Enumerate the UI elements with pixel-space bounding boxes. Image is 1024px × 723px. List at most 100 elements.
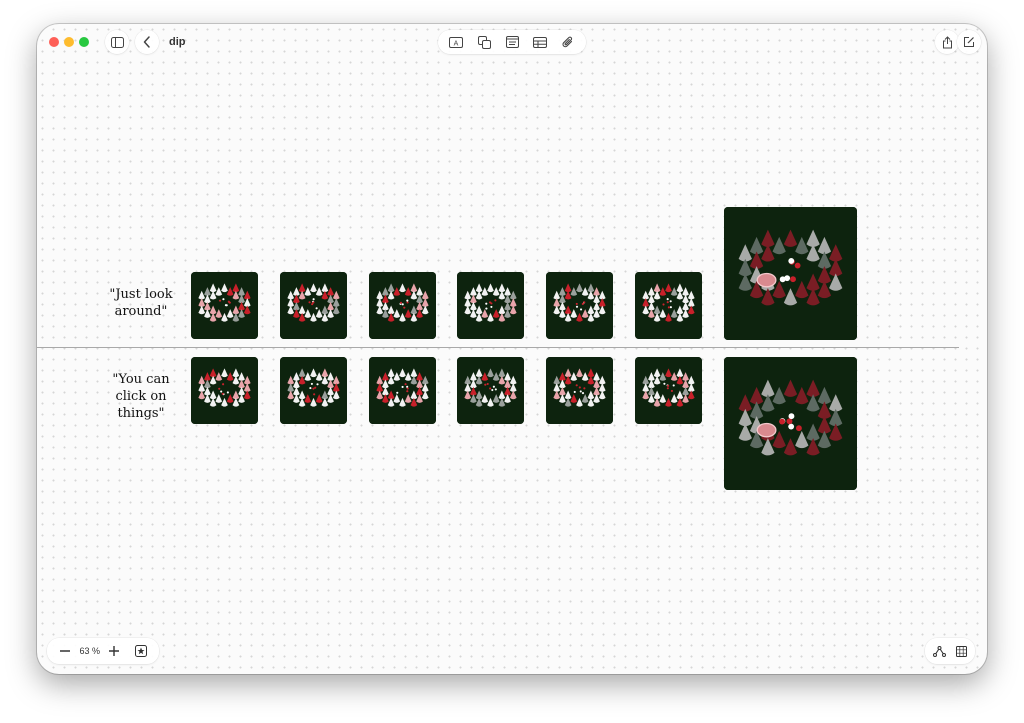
- scene-prop: [583, 387, 586, 390]
- scene-prop: [403, 306, 406, 309]
- label-line: "You can: [112, 372, 170, 387]
- scene-prop: [581, 392, 585, 395]
- scene-thumbnail[interactable]: [635, 357, 702, 424]
- scene-prop: [218, 299, 222, 302]
- scene-prop: [399, 301, 403, 304]
- scene-prop: [316, 383, 319, 386]
- table-icon[interactable]: [528, 30, 552, 54]
- scene-prop: [491, 388, 494, 392]
- zoom-in-button[interactable]: [102, 639, 126, 663]
- scene-prop: [662, 303, 665, 306]
- scene-prop: [221, 392, 224, 395]
- scene-prop: [795, 425, 802, 432]
- scene-prop: [401, 303, 404, 306]
- scene-prop: [490, 302, 493, 305]
- row-label-look-around[interactable]: "Just look around": [101, 286, 181, 320]
- scene-prop: [312, 301, 315, 304]
- scene-thumbnail[interactable]: [546, 357, 613, 424]
- scene-prop: [788, 258, 795, 264]
- minus-icon: [60, 650, 70, 652]
- scene-thumbnail[interactable]: [280, 272, 347, 339]
- connector-icon[interactable]: [928, 639, 950, 663]
- plus-icon: [109, 646, 120, 656]
- favorite-button[interactable]: [129, 639, 153, 663]
- scene-prop: [786, 418, 793, 425]
- scene-prop: [492, 385, 495, 388]
- scene-prop: [486, 382, 489, 386]
- scene-thumbnail[interactable]: [457, 357, 524, 424]
- scene-prop: [494, 388, 497, 391]
- scene-thumbnail[interactable]: [369, 357, 436, 424]
- scene-prop: [788, 413, 795, 420]
- scene-prop: [485, 307, 488, 310]
- star-box-icon: [134, 645, 147, 657]
- scene-thumbnail[interactable]: [280, 357, 347, 424]
- scene-prop: [672, 384, 675, 387]
- sticky-note-icon[interactable]: [500, 30, 524, 54]
- back-button[interactable]: [135, 30, 159, 54]
- row-label-click-things[interactable]: "You can click on things": [101, 371, 181, 422]
- scene-prop: [404, 383, 407, 386]
- scene-prop: [220, 390, 223, 393]
- grid-icon[interactable]: [950, 639, 972, 663]
- scene-prop: [670, 389, 673, 393]
- scene-prop: [222, 383, 225, 386]
- share-button[interactable]: [935, 30, 959, 54]
- minimize-window-button[interactable]: [64, 37, 74, 47]
- scene-thumbnail[interactable]: [546, 272, 613, 339]
- scene-prop: [575, 302, 578, 305]
- scene-prop: [788, 423, 795, 430]
- scene-prop: [669, 300, 672, 303]
- share-icon: [935, 30, 959, 54]
- scene-prop: [790, 276, 796, 283]
- scene-prop: [484, 383, 487, 386]
- label-line: click on: [115, 389, 167, 404]
- close-window-button[interactable]: [49, 37, 59, 47]
- scene-prop: [218, 387, 221, 390]
- scene-prop: [667, 306, 670, 309]
- svg-text:A: A: [454, 40, 459, 47]
- scene-prop: [669, 306, 672, 309]
- scene-thumbnail-large[interactable]: [724, 207, 857, 340]
- scene-thumbnail[interactable]: [191, 357, 258, 424]
- document-title: dip: [169, 36, 186, 48]
- scene-prop: [583, 301, 586, 304]
- compose-icon: [957, 30, 981, 54]
- new-board-button[interactable]: [957, 30, 981, 54]
- scene-prop: [666, 301, 669, 304]
- divider-line[interactable]: [37, 347, 959, 348]
- paperclip-icon[interactable]: [556, 30, 580, 54]
- scene-prop: [667, 384, 670, 387]
- scene-thumbnail[interactable]: [635, 272, 702, 339]
- scene-prop: [575, 384, 578, 387]
- zoom-level[interactable]: 63 %: [79, 646, 100, 656]
- scene-prop: [581, 302, 584, 306]
- scene-prop: [579, 390, 582, 393]
- label-line: things": [117, 406, 165, 421]
- scene-prop: [575, 305, 579, 308]
- scene-thumbnail[interactable]: [369, 272, 436, 339]
- scene-prop: [663, 382, 666, 385]
- scene-prop: [494, 299, 497, 302]
- scene-thumbnail[interactable]: [191, 272, 258, 339]
- scene-disc: [756, 422, 777, 438]
- scene-prop: [224, 304, 227, 307]
- zoom-out-button[interactable]: [53, 639, 77, 663]
- scene-thumbnail-large[interactable]: [724, 357, 857, 490]
- text-box-icon[interactable]: A: [444, 30, 468, 54]
- scene-prop: [222, 298, 225, 301]
- scene-prop: [312, 387, 315, 390]
- zoom-window-button[interactable]: [79, 37, 89, 47]
- sidebar-toggle-button[interactable]: [105, 30, 129, 54]
- zoom-controls: 63 %: [47, 638, 159, 664]
- insert-toolbar: A: [438, 30, 586, 54]
- scene-prop: [573, 390, 576, 394]
- freeform-window: dip A "Just look around" "You can click …: [37, 24, 987, 674]
- scene-prop: [309, 387, 312, 390]
- scene-thumbnail[interactable]: [457, 272, 524, 339]
- scene-prop: [308, 301, 311, 304]
- shapes-icon[interactable]: [472, 30, 496, 54]
- scene-prop: [666, 298, 669, 301]
- title-bar: dip A: [37, 24, 987, 60]
- scene-prop: [310, 382, 313, 385]
